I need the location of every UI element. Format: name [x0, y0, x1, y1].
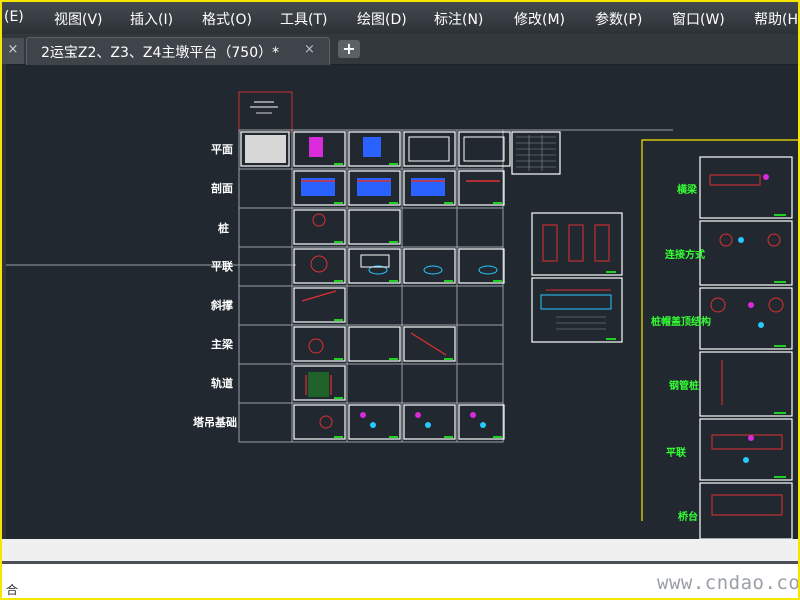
- label-steel-pipe-pile: 钢管桩: [669, 381, 699, 392]
- menu-help[interactable]: 帮助(H: [754, 9, 798, 29]
- row-label-crane-foundation: 塔吊基础: [193, 416, 237, 429]
- command-line[interactable]: 合 www.cndao.com: [2, 561, 800, 598]
- close-icon[interactable]: ×: [304, 42, 315, 57]
- app-window: (E) 视图(V) 插入(I) 格式(O) 工具(T) 绘图(D) 标注(N) …: [0, 0, 800, 600]
- tab-active-drawing[interactable]: 2运宝Z2、Z3、Z4主墩平台（750）* ×: [26, 37, 330, 65]
- menu-insert[interactable]: 插入(I): [130, 9, 173, 29]
- tab-title: 2运宝Z2、Z3、Z4主墩平台（750）*: [41, 45, 280, 61]
- row-label-track: 轨道: [211, 377, 233, 390]
- prev-tab-close-icon[interactable]: ×: [2, 38, 24, 64]
- label-bracing-right: 平联: [666, 448, 686, 459]
- menu-edit[interactable]: (E): [4, 9, 24, 25]
- menu-window[interactable]: 窗口(W): [672, 9, 725, 29]
- row-label-pile: 桩: [218, 222, 229, 235]
- new-tab-icon[interactable]: +: [338, 40, 360, 58]
- menu-tools[interactable]: 工具(T): [280, 9, 327, 29]
- row-label-section: 剖面: [211, 182, 233, 195]
- menu-parameters[interactable]: 参数(P): [595, 9, 642, 29]
- canvas-bottom-band: [2, 539, 798, 561]
- document-tab-bar: × 2运宝Z2、Z3、Z4主墩平台（750）* × +: [2, 34, 798, 65]
- label-crossbeam: 横梁: [677, 185, 697, 196]
- drawing-svg: [6, 91, 798, 539]
- label-connection: 连接方式: [665, 250, 705, 261]
- row-label-main-beam: 主梁: [211, 338, 233, 351]
- row-label-diagonal: 斜撑: [211, 299, 233, 312]
- menu-draw[interactable]: 绘图(D): [357, 9, 407, 29]
- menu-bar: (E) 视图(V) 插入(I) 格式(O) 工具(T) 绘图(D) 标注(N) …: [2, 2, 798, 34]
- row-label-plan: 平面: [211, 143, 233, 156]
- row-label-bracing: 平联: [211, 260, 233, 273]
- menu-modify[interactable]: 修改(M): [514, 9, 565, 29]
- drawing-canvas[interactable]: 平面 剖面 桩 平联 斜撑 主梁 轨道 塔吊基础 横梁 连接方式 桩帽盖顶结构 …: [6, 65, 798, 539]
- menu-format[interactable]: 格式(O): [202, 9, 252, 29]
- command-line-text: 合: [6, 583, 19, 597]
- menu-dimension[interactable]: 标注(N): [434, 9, 483, 29]
- menu-view[interactable]: 视图(V): [54, 9, 103, 29]
- watermark-text: www.cndao.com: [657, 572, 800, 594]
- label-abutment: 桥台: [678, 512, 698, 523]
- label-pile-cap: 桩帽盖顶结构: [651, 317, 711, 328]
